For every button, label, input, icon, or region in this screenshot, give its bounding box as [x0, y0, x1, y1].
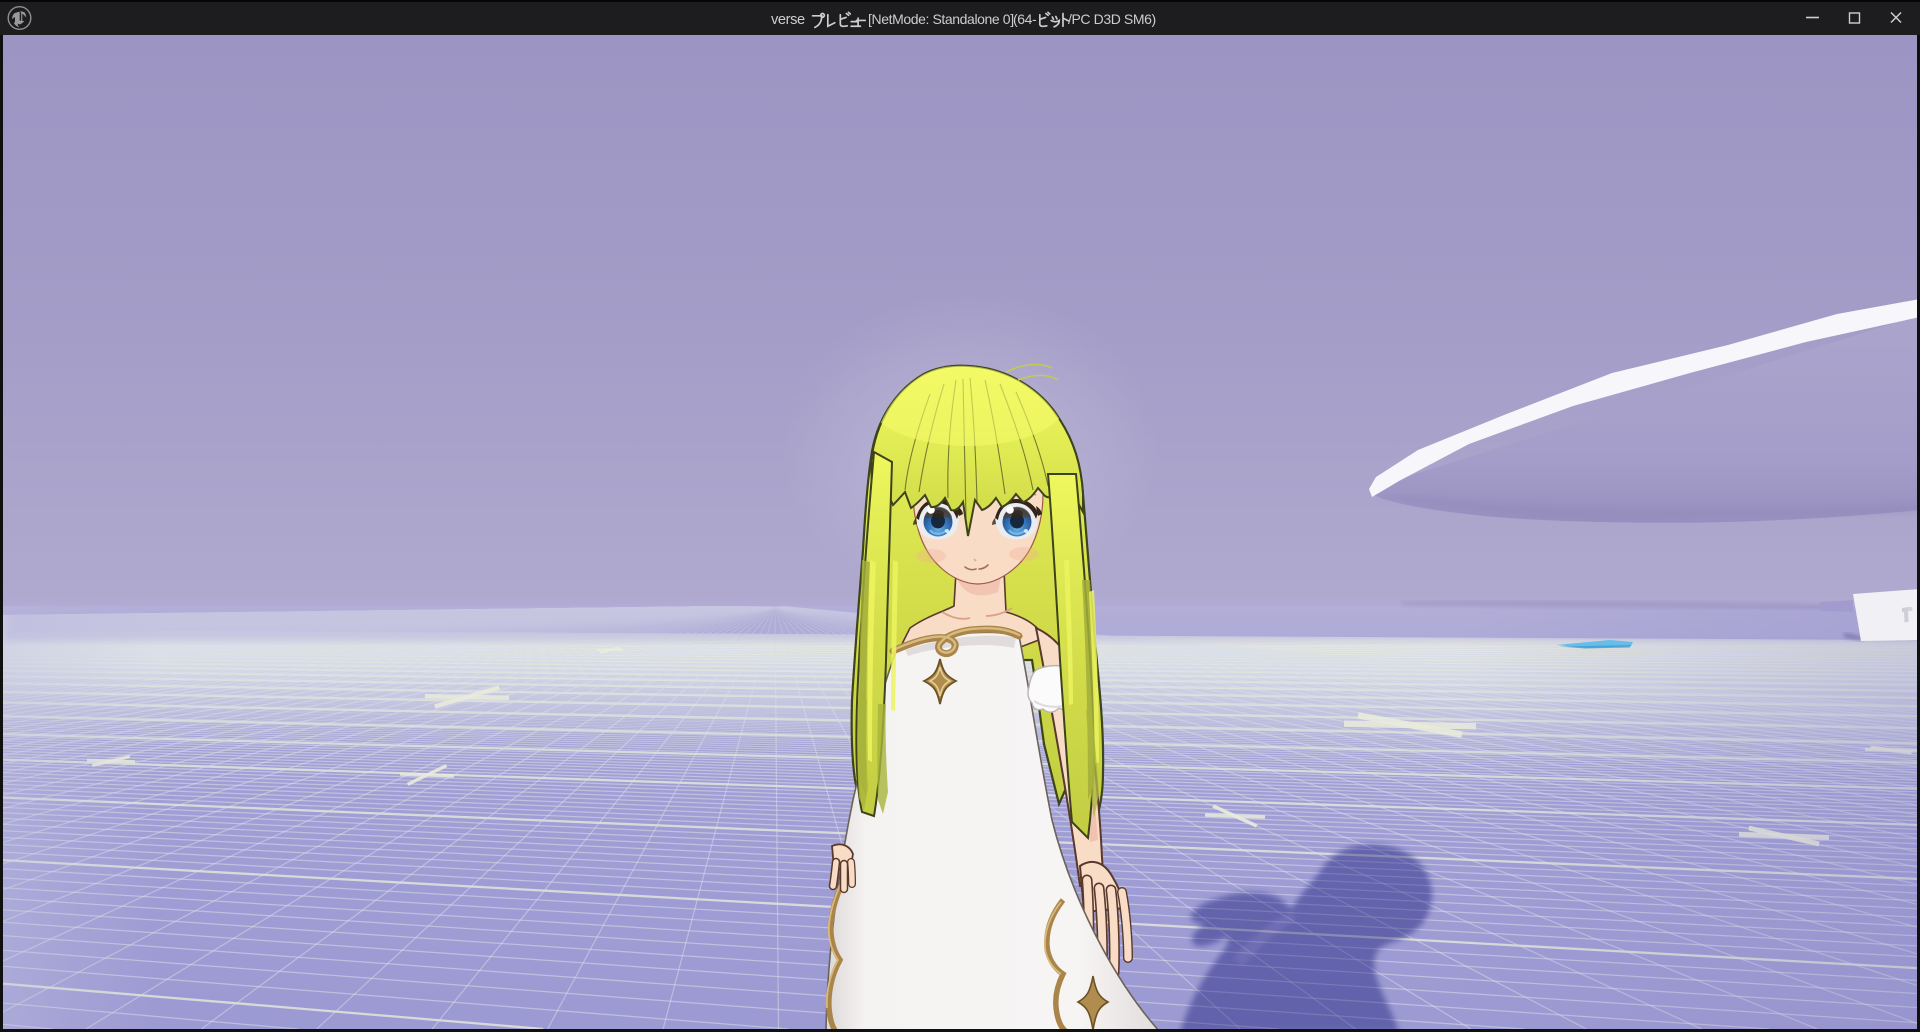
svg-text:verse: verse: [771, 12, 805, 28]
svg-text:(64-: (64-: [1013, 11, 1037, 27]
svg-text:/PC D3D SM6): /PC D3D SM6): [1068, 11, 1156, 27]
svg-text:[NetMode: Standalone 0]: [NetMode: Standalone 0]: [868, 11, 1014, 27]
